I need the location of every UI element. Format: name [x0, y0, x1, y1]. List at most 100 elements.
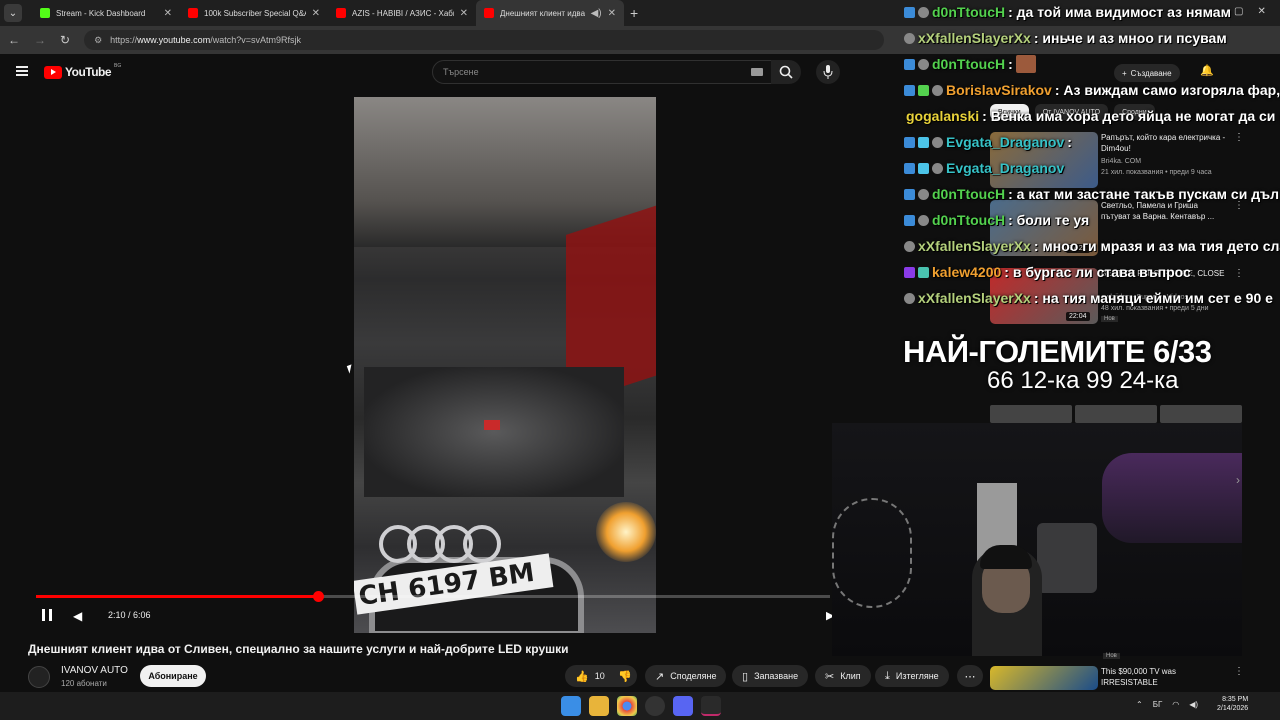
- close-tab-icon[interactable]: ✕: [312, 8, 320, 19]
- save-button[interactable]: ▯ Запазване: [732, 665, 809, 687]
- video-thumbnail[interactable]: [990, 666, 1098, 690]
- more-options-icon[interactable]: ⋮: [1234, 268, 1244, 279]
- share-button[interactable]: ↗ Споделяне: [645, 665, 727, 687]
- url-prefix: https://: [110, 35, 138, 45]
- webcam-cap: [980, 545, 1032, 569]
- notifications-icon[interactable]: 🔔: [1200, 64, 1214, 77]
- video-frame-engine: [364, 367, 624, 497]
- search-button[interactable]: [771, 60, 801, 84]
- video-player[interactable]: CH 6197 BM: [354, 97, 656, 633]
- new-badge: Нов: [1103, 653, 1120, 659]
- subscribe-button[interactable]: Абониране: [140, 665, 206, 687]
- more-options-icon[interactable]: ⋮: [1234, 132, 1244, 143]
- more-actions-button[interactable]: ⋯: [957, 665, 983, 687]
- chat-text: : на тия маняци ейми им сет е 90 е: [1033, 290, 1273, 306]
- channel-avatar[interactable]: [28, 666, 50, 688]
- chat-username: xXfallenSlayerXx: [918, 30, 1031, 46]
- chat-message: BorislavSirakov: Аз виждам само изгоряла…: [904, 80, 1280, 100]
- windows-start-icon[interactable]: [561, 696, 581, 716]
- menu-icon[interactable]: [16, 66, 28, 76]
- chat-badge-icon: [904, 58, 915, 70]
- plus-icon: +: [1122, 68, 1127, 78]
- back-icon[interactable]: ←: [8, 33, 20, 47]
- thumbs-down-icon: 👎: [618, 670, 632, 683]
- forward-icon[interactable]: →: [34, 33, 46, 47]
- video-frame-headlight: [596, 502, 656, 562]
- chat-badge-icon: [904, 292, 915, 304]
- chat-message: xXfallenSlayerXx: иньче и аз мноо ги псу…: [904, 28, 1227, 48]
- chat-badge-icon: [904, 6, 915, 18]
- terminal-icon[interactable]: [701, 696, 721, 716]
- close-tab-icon[interactable]: ✕: [460, 8, 468, 19]
- create-label: Създаване: [1130, 68, 1172, 78]
- windows-taskbar: [0, 692, 1280, 720]
- search-placeholder: Търсене: [443, 67, 479, 77]
- voice-search-button[interactable]: [816, 60, 840, 84]
- close-tab-icon[interactable]: ✕: [164, 8, 172, 19]
- volume-icon[interactable]: ◀: [73, 609, 82, 623]
- network-icon[interactable]: ◠: [1172, 700, 1179, 709]
- download-icon: ⤓: [885, 669, 890, 682]
- obs-icon[interactable]: [645, 696, 665, 716]
- chat-text: : а кат ми застане такъв пускам си дълг: [1008, 186, 1280, 202]
- rec-title[interactable]: This $90,000 TV was IRRESISTABLE: [1101, 666, 1226, 688]
- chat-badge-icon: [932, 162, 943, 174]
- channel-name[interactable]: IVANOV AUTO: [61, 665, 128, 676]
- chat-message: gogalanski: Венка има хора дето яйца не …: [906, 106, 1280, 126]
- youtube-logo[interactable]: YouTube BG: [44, 63, 121, 79]
- language-indicator[interactable]: БГ: [1153, 700, 1163, 709]
- browser-tab-qa[interactable]: 100k Subscriber Special Q&A ✕: [180, 0, 328, 26]
- url-field[interactable]: ⚙ https://www.youtube.com/watch?v=svAtm9…: [84, 30, 885, 50]
- site-info-icon[interactable]: ⚙: [94, 35, 102, 46]
- progress-handle[interactable]: [312, 591, 324, 602]
- chevron-up-icon[interactable]: ⌃: [1136, 700, 1143, 709]
- time-display: 2:10 / 6:06: [108, 610, 151, 620]
- download-button[interactable]: ⤓ Изтегляне: [875, 665, 949, 687]
- audio-icon[interactable]: ◀): [591, 8, 602, 19]
- close-tab-icon[interactable]: ✕: [608, 8, 616, 19]
- speaker-icon[interactable]: ◀): [1189, 700, 1198, 709]
- dislike-button[interactable]: 👎: [612, 665, 638, 687]
- chat-badge-icon: [932, 84, 943, 96]
- chat-badge-icon: [918, 84, 929, 96]
- taskbar-clock[interactable]: 8:35 PM 2/14/2026: [1217, 695, 1248, 713]
- more-options-icon[interactable]: ⋮: [1234, 666, 1244, 677]
- browser-tab-active[interactable]: Днешният клиент идва от ◀) ✕: [476, 0, 624, 26]
- chevron-right-icon[interactable]: ›: [1236, 473, 1240, 487]
- search-input[interactable]: Търсене: [432, 60, 772, 84]
- chat-username: d0nTtoucH: [932, 56, 1006, 72]
- chat-message: xXfallenSlayerXx: на тия маняци ейми им …: [904, 288, 1273, 308]
- browser-tab-kick[interactable]: Stream - Kick Dashboard ✕: [32, 0, 180, 26]
- chat-emote-icon: [1015, 55, 1036, 73]
- keyboard-icon[interactable]: [751, 68, 763, 76]
- reload-icon[interactable]: ↻: [60, 33, 70, 47]
- chat-username: xXfallenSlayerXx: [918, 238, 1031, 254]
- new-tab-button[interactable]: +: [630, 5, 638, 21]
- system-tray[interactable]: ⌃ БГ ◠ ◀): [1136, 700, 1198, 709]
- microphone-icon: [823, 65, 833, 79]
- chat-username: Evgata_Draganov: [946, 134, 1065, 150]
- chat-text: : да той има видимост аз нямам: [1008, 4, 1231, 20]
- tab-search-button[interactable]: ⌄: [4, 4, 22, 22]
- chat-badge-icon: [918, 214, 929, 226]
- clip-button[interactable]: ✂ Клип: [815, 665, 871, 687]
- url-path: /watch?v=svAtm9Rfsjk: [210, 35, 301, 45]
- chat-message: d0nTtoucH: а кат ми застане такъв пускам…: [904, 184, 1280, 204]
- browser-tab-azis[interactable]: AZIS - HABIBI / АЗИС - Хабиби ✕: [328, 0, 476, 26]
- chat-username: kalew4200: [932, 264, 1002, 280]
- chat-text: : Аз виждам само изгоряла фар,: [1054, 82, 1280, 98]
- youtube-icon: [484, 8, 494, 18]
- discord-icon[interactable]: [673, 696, 693, 716]
- chat-username: xXfallenSlayerXx: [918, 290, 1031, 306]
- progress-bar[interactable]: [36, 591, 830, 602]
- file-explorer-icon[interactable]: [589, 696, 609, 716]
- chat-badge-icon: [904, 162, 915, 174]
- rec-channel[interactable]: Bri4ka. COM: [1101, 158, 1141, 165]
- url-host: www.youtube.com: [137, 35, 211, 45]
- progress-fill: [36, 595, 318, 598]
- tab-title: AZIS - HABIBI / АЗИС - Хабиби: [352, 8, 454, 18]
- chrome-icon[interactable]: [617, 696, 637, 716]
- chat-text: :: [1008, 56, 1013, 72]
- rec-title[interactable]: Рапърът, който кара електричка - Dim4ou!: [1101, 132, 1226, 154]
- pause-icon[interactable]: [42, 609, 52, 621]
